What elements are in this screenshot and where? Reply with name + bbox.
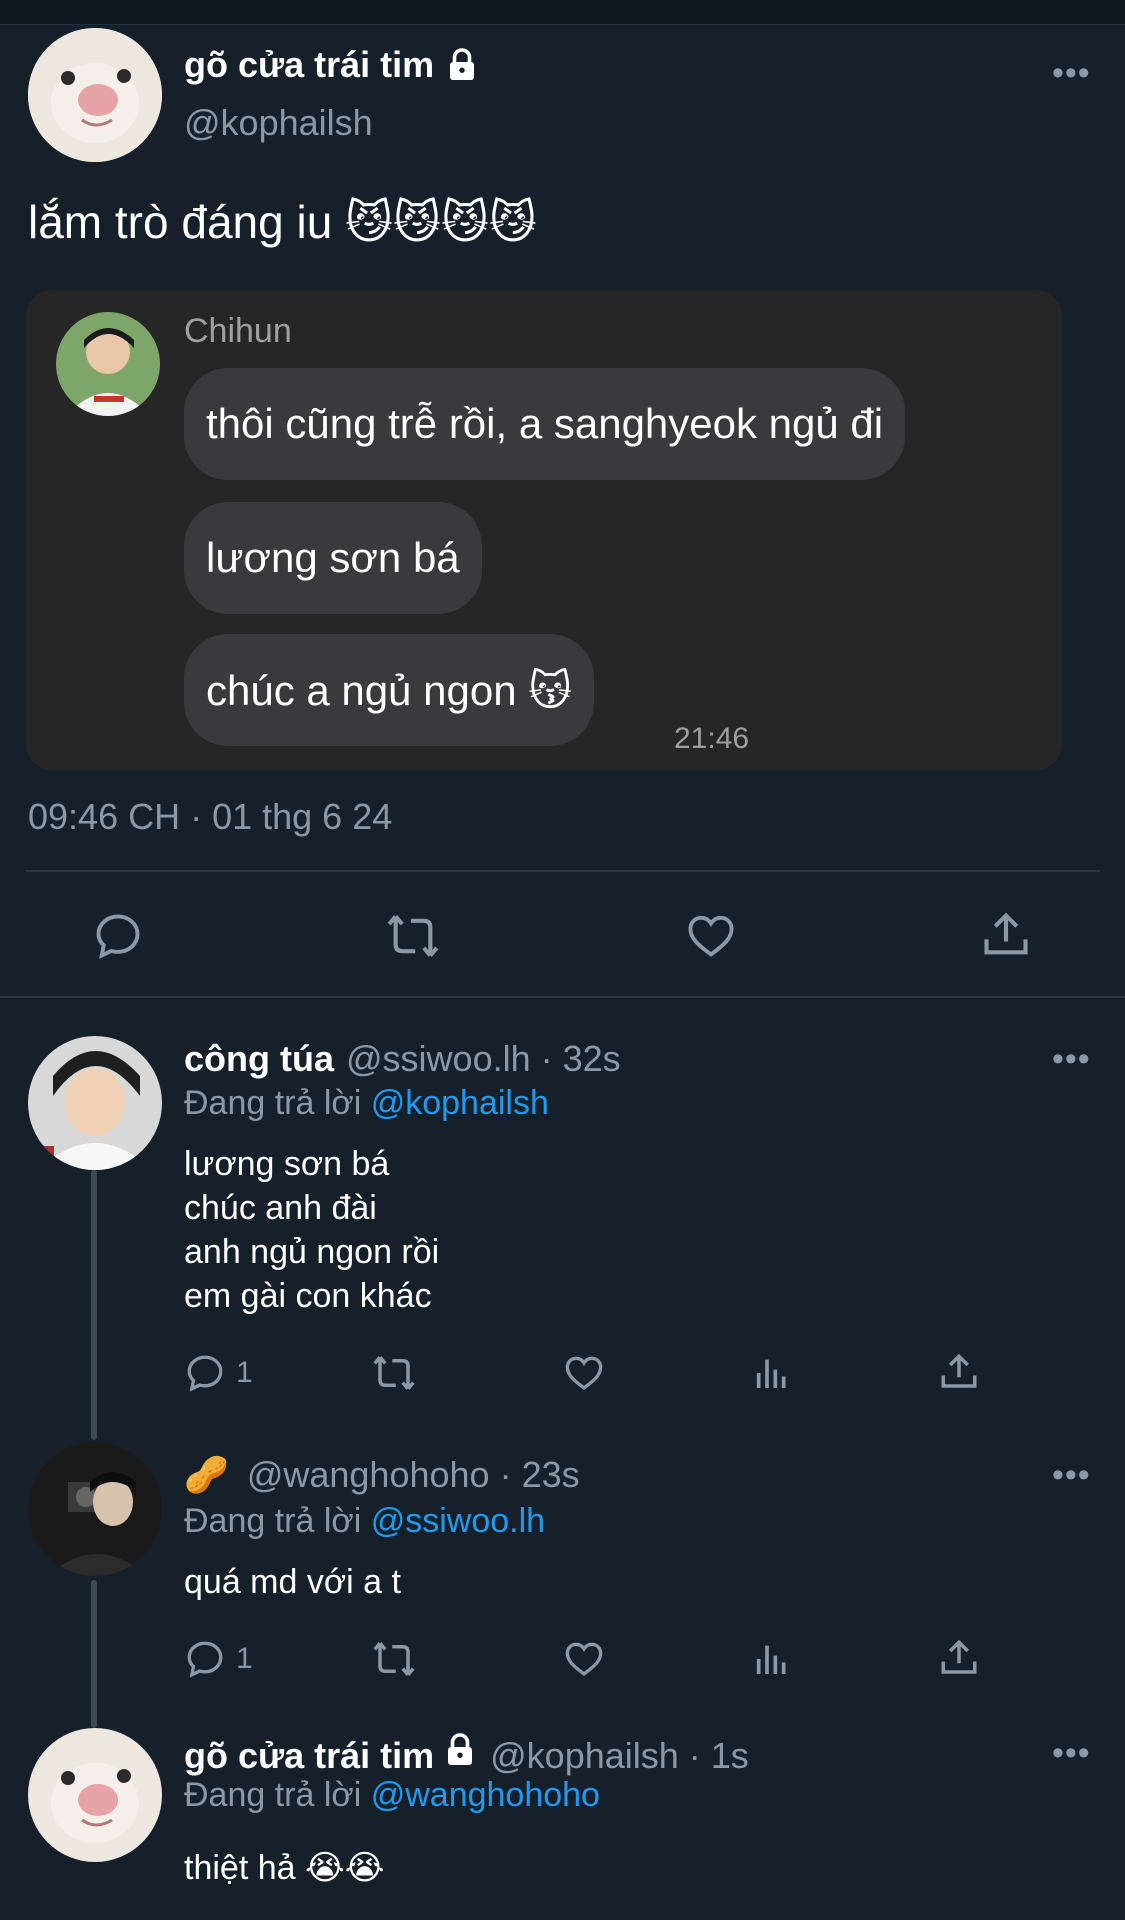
- replying-to-handle[interactable]: @kophailsh: [371, 1084, 549, 1122]
- share-icon: [941, 1353, 977, 1388]
- chat-message-2: lương sơn bá: [184, 502, 482, 614]
- views-icon: [756, 1359, 786, 1388]
- lock-icon: [444, 47, 480, 83]
- replying-to: Đang trả lời @kophailsh: [184, 1084, 549, 1123]
- more-options-icon[interactable]: •••: [1052, 54, 1091, 93]
- replying-to-handle[interactable]: @wanghohoho: [371, 1776, 600, 1814]
- chat-screenshot[interactable]: Chihun thôi cũng trễ rồi, a sanghyeok ng…: [26, 290, 1062, 770]
- replying-prefix: Đang trả lời: [184, 1502, 362, 1540]
- reply-author-name[interactable]: công túa: [184, 1038, 334, 1080]
- replying-to-handle[interactable]: @ssiwoo.lh: [371, 1502, 545, 1540]
- reply-author-handle[interactable]: @ssiwoo.lh: [346, 1038, 531, 1080]
- tweet-timestamp: 09:46 CH · 01 thg 6 24: [28, 796, 393, 837]
- reply-icon: [187, 1641, 223, 1678]
- chat-message-1: thôi cũng trễ rồi, a sanghyeok ngủ đi: [184, 368, 906, 480]
- share-icon: [941, 1639, 977, 1674]
- reply-count: 1: [236, 1356, 253, 1389]
- divider: [26, 870, 1100, 872]
- reply-author-handle[interactable]: @wanghohoho: [247, 1454, 490, 1496]
- replying-to: Đang trả lời @wanghohoho: [184, 1776, 600, 1815]
- share-button[interactable]: [938, 1636, 980, 1680]
- reply-header: gõ cửa trái tim @kophailsh · 1s: [184, 1732, 749, 1777]
- reply-author-name[interactable]: 🥜: [184, 1454, 229, 1496]
- share-icon: [984, 912, 1028, 955]
- like-button[interactable]: [562, 1352, 606, 1394]
- retweet-button[interactable]: [370, 1352, 418, 1394]
- thread-line: [91, 1580, 97, 1728]
- reply-avatar[interactable]: [28, 1728, 162, 1862]
- share-button[interactable]: [980, 908, 1032, 962]
- chat-time: 21:46: [674, 722, 750, 755]
- author-name[interactable]: gõ cửa trái tim: [184, 44, 480, 86]
- reply-time: · 1s: [688, 1735, 749, 1776]
- reply-text-line: lương sơn bá: [184, 1145, 390, 1183]
- chat-message-1-text: thôi cũng trễ rồi, a sanghyeok ngủ đi: [206, 400, 884, 447]
- reply-text-line: em gài con khác: [184, 1277, 432, 1315]
- thread-line: [91, 1170, 97, 1440]
- chat-message-3: chúc a ngủ ngon 😽: [184, 634, 595, 746]
- reply-text: lương sơn bá chúc anh đài anh ngủ ngon r…: [184, 1142, 439, 1318]
- reply-icon: [96, 914, 140, 959]
- chat-sender: Chihun: [184, 312, 292, 350]
- share-button[interactable]: [938, 1350, 980, 1394]
- reply-button[interactable]: 1: [184, 1638, 253, 1680]
- chat-message-3-text: chúc a ngủ ngon 😽: [206, 666, 573, 714]
- replying-prefix: Đang trả lời: [184, 1776, 362, 1814]
- like-icon: [565, 1642, 603, 1676]
- author-handle[interactable]: @kophailsh: [184, 102, 373, 144]
- like-icon: [688, 915, 734, 957]
- author-name-text: gõ cửa trái tim: [184, 44, 435, 85]
- chat-avatar: [56, 312, 160, 416]
- tweet-text: lắm trò đáng iu 😼😼😼😼: [28, 196, 537, 248]
- reply-text-line: anh ngủ ngon rồi: [184, 1233, 440, 1271]
- reply-avatar[interactable]: [28, 1036, 162, 1170]
- replying-prefix: Đang trả lời: [184, 1084, 362, 1122]
- retweet-icon: [387, 915, 439, 957]
- retweet-icon: [373, 1642, 415, 1676]
- reply-time: · 32s: [540, 1038, 621, 1079]
- like-button[interactable]: [562, 1638, 606, 1680]
- views-button[interactable]: [752, 1352, 792, 1394]
- reply-avatar[interactable]: [28, 1442, 162, 1576]
- reply-time: · 23s: [499, 1454, 580, 1495]
- like-icon: [565, 1356, 603, 1390]
- like-button[interactable]: [684, 910, 738, 962]
- reply-button[interactable]: 1: [184, 1352, 253, 1394]
- reply-text-line: chúc anh đài: [184, 1189, 377, 1227]
- more-options-icon[interactable]: •••: [1052, 1734, 1091, 1773]
- reply-text: thiệt hả 😭😭: [184, 1849, 385, 1887]
- retweet-button[interactable]: [384, 910, 442, 962]
- lock-icon: [442, 1732, 478, 1768]
- retweet-icon: [373, 1356, 415, 1390]
- replying-to: Đang trả lời @ssiwoo.lh: [184, 1502, 545, 1541]
- reply-author-handle[interactable]: @kophailsh: [490, 1735, 679, 1777]
- reply-author-name[interactable]: gõ cửa trái tim: [184, 1735, 434, 1777]
- reply-header: công túa @ssiwoo.lh · 32s: [184, 1038, 621, 1080]
- author-avatar[interactable]: [28, 28, 162, 162]
- views-icon: [756, 1645, 786, 1674]
- reply-icon: [187, 1355, 223, 1392]
- reply-count: 1: [236, 1642, 253, 1675]
- reply-header: 🥜 @wanghohoho · 23s: [184, 1454, 580, 1496]
- views-button[interactable]: [752, 1638, 792, 1680]
- retweet-button[interactable]: [370, 1638, 418, 1680]
- more-options-icon[interactable]: •••: [1052, 1456, 1091, 1495]
- reply-text: quá md với a t: [184, 1563, 401, 1601]
- chat-message-2-text: lương sơn bá: [206, 534, 460, 581]
- section-divider: [0, 996, 1125, 998]
- reply-button[interactable]: [92, 910, 144, 962]
- top-edge: [0, 0, 1125, 25]
- more-options-icon[interactable]: •••: [1052, 1040, 1091, 1079]
